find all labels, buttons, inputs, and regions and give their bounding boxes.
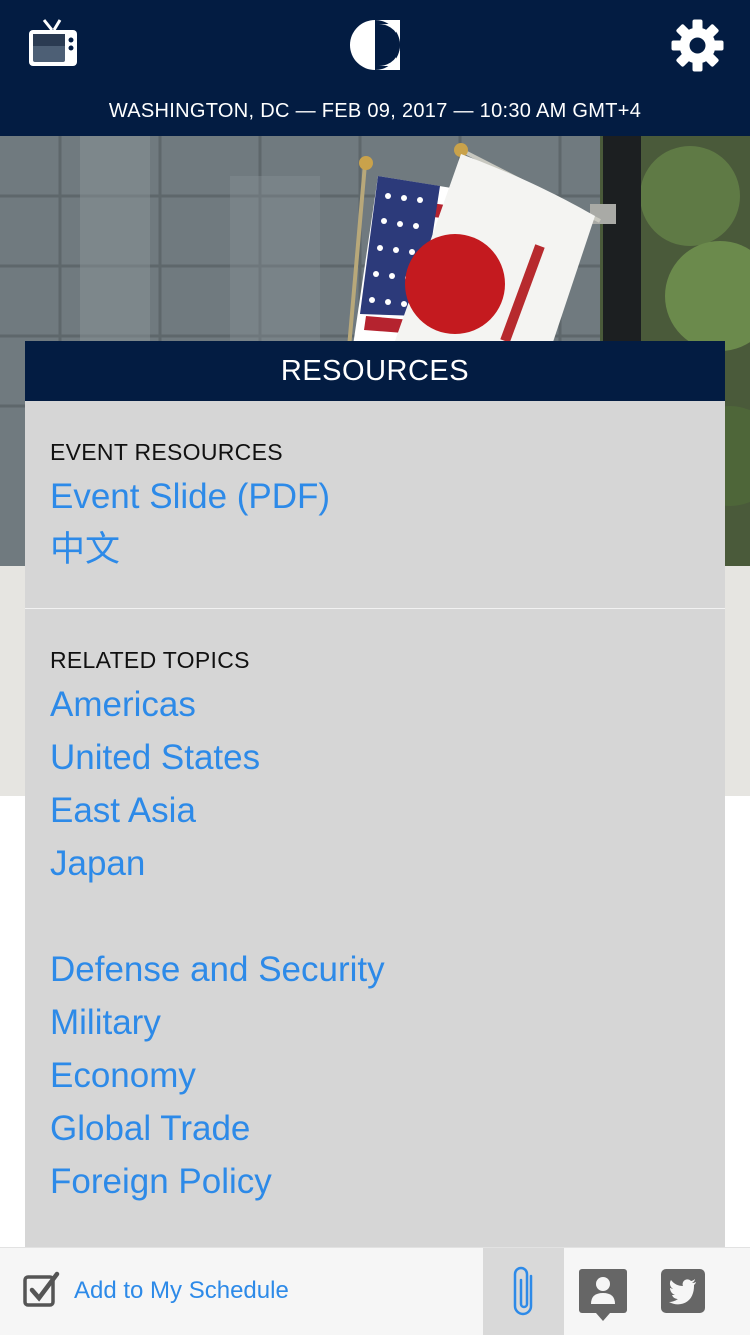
topic-link-economy[interactable]: Economy [50, 1049, 725, 1102]
add-to-schedule-button[interactable]: Add to My Schedule [22, 1266, 289, 1316]
resources-tab[interactable] [483, 1248, 564, 1335]
checkbox-checked-icon [22, 1270, 60, 1313]
gear-icon[interactable] [670, 18, 725, 73]
topic-link-global-trade[interactable]: Global Trade [50, 1102, 725, 1155]
logo-icon[interactable] [348, 18, 402, 72]
event-dateline: WASHINGTON, DC — FEB 09, 2017 — 10:30 AM… [108, 100, 642, 122]
topic-link-east-asia[interactable]: East Asia [50, 784, 725, 837]
topic-link-americas[interactable]: Americas [50, 678, 725, 731]
app-header: WASHINGTON, DC — FEB 09, 2017 — 10:30 AM… [0, 0, 750, 136]
person-icon[interactable] [578, 1268, 628, 1327]
topic-link-defense-security[interactable]: Defense and Security [50, 943, 725, 996]
resources-panel: RESOURCES EVENT RESOURCES Event Slide (P… [25, 341, 725, 1247]
tv-icon[interactable] [27, 18, 79, 70]
chinese-version-link[interactable]: 中文 [50, 523, 725, 576]
resources-title: RESOURCES [25, 341, 725, 401]
bottom-toolbar: Add to My Schedule [0, 1247, 750, 1335]
topic-link-foreign-policy[interactable]: Foreign Policy [50, 1155, 725, 1208]
topic-link-japan[interactable]: Japan [50, 837, 725, 890]
twitter-icon[interactable] [660, 1268, 706, 1319]
paperclip-icon [508, 1264, 538, 1325]
topic-link-united-states[interactable]: United States [50, 731, 725, 784]
topic-link-military[interactable]: Military [50, 996, 725, 1049]
event-slide-pdf-link[interactable]: Event Slide (PDF) [50, 470, 725, 523]
event-resources-label: EVENT RESOURCES [50, 439, 283, 465]
add-to-schedule-label: Add to My Schedule [74, 1277, 289, 1304]
related-topics-label: RELATED TOPICS [50, 647, 250, 673]
